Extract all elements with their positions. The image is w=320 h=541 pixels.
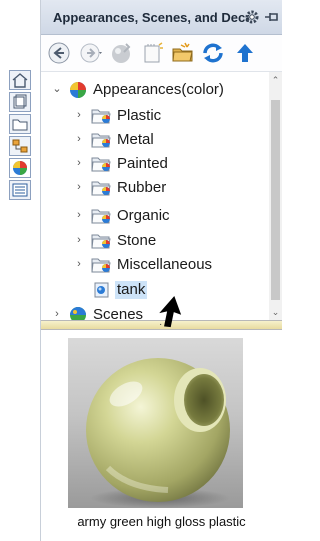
panel-title-bar: Appearances, Scenes, and Decals xyxy=(41,0,282,35)
glossy-sphere-image xyxy=(86,358,230,508)
expand-chevron-icon[interactable]: › xyxy=(73,180,85,194)
expand-chevron-icon[interactable]: › xyxy=(73,233,85,247)
tree-item-rubber[interactable]: › Rubber xyxy=(41,177,269,199)
panel-title: Appearances, Scenes, and Decals xyxy=(53,10,249,25)
forward-icon[interactable] xyxy=(79,41,103,65)
refresh-icon[interactable] xyxy=(201,41,225,65)
scroll-up-icon[interactable]: ⌃ xyxy=(269,74,282,86)
appearance-globe-icon[interactable] xyxy=(9,158,31,178)
appearance-folder-icon xyxy=(91,179,111,197)
collapse-chevron-icon[interactable]: ⌄ xyxy=(51,82,63,96)
pin-icon[interactable] xyxy=(264,8,280,26)
tree-item-metal[interactable]: › Metal xyxy=(41,129,269,151)
appearance-folder-icon xyxy=(91,107,111,125)
appearance-folder-icon xyxy=(91,256,111,274)
back-icon[interactable] xyxy=(47,41,71,65)
expand-chevron-icon[interactable]: › xyxy=(73,156,85,170)
expand-chevron-icon[interactable]: › xyxy=(73,257,85,271)
tree-scrollbar[interactable]: ⌃ ⌄ xyxy=(269,72,282,320)
up-arrow-icon[interactable] xyxy=(233,41,257,65)
appearance-preview xyxy=(68,338,243,508)
appearance-globe-icon xyxy=(69,81,87,99)
mouse-pointer-icon xyxy=(150,293,186,329)
folder-icon[interactable] xyxy=(9,114,31,134)
scroll-down-icon[interactable]: ⌄ xyxy=(269,306,282,318)
tree-item-stone[interactable]: › Stone xyxy=(41,230,269,252)
tree-item-label: Plastic xyxy=(117,107,162,124)
new-folder-icon[interactable] xyxy=(171,41,195,65)
tree-item-label: Organic xyxy=(117,207,170,224)
tree-item-label: Painted xyxy=(117,155,168,172)
preview-caption: army green high gloss plastic xyxy=(77,514,246,529)
scrollbar-thumb[interactable] xyxy=(271,100,280,300)
tree-root-label: Appearances(color) xyxy=(93,81,224,98)
layout-icon[interactable] xyxy=(9,136,31,156)
tree-item-plastic[interactable]: › Plastic xyxy=(41,105,269,127)
list-icon[interactable] xyxy=(9,180,31,200)
appearance-folder-icon xyxy=(91,131,111,149)
tree-item-miscellaneous[interactable]: › Miscellaneous xyxy=(41,254,269,276)
tree-root-appearances[interactable]: ⌄ Appearances(color) xyxy=(41,79,269,101)
tree-item-label: Rubber xyxy=(117,179,167,196)
home-icon[interactable] xyxy=(9,70,31,90)
tree-item-organic[interactable]: › Organic xyxy=(41,205,269,227)
appearance-file-icon xyxy=(93,281,111,299)
expand-chevron-icon[interactable]: › xyxy=(73,108,85,122)
appearance-folder-icon xyxy=(91,207,111,225)
gear-icon[interactable] xyxy=(243,8,261,26)
tree-item-label: Stone xyxy=(117,232,157,249)
scenes-icon xyxy=(69,306,87,320)
tree-item-label: Miscellaneous xyxy=(117,256,213,273)
expand-chevron-icon[interactable]: › xyxy=(73,208,85,222)
tree-item-painted[interactable]: › Painted xyxy=(41,153,269,175)
add-decal-icon[interactable] xyxy=(141,41,165,65)
appearance-sphere-icon[interactable] xyxy=(109,41,133,65)
expand-chevron-icon[interactable]: › xyxy=(51,307,63,320)
parts-icon[interactable] xyxy=(9,92,31,112)
tree-root-label: Scenes xyxy=(93,306,144,320)
task-pane-tabs xyxy=(0,68,38,228)
expand-chevron-icon[interactable]: › xyxy=(73,132,85,146)
tree-item-label: Metal xyxy=(117,131,154,148)
appearances-panel: Appearances, Scenes, and Decals ⌄ Appear… xyxy=(40,0,282,541)
appearance-folder-icon xyxy=(91,155,111,173)
appearance-folder-icon xyxy=(91,232,111,250)
toolbar xyxy=(41,35,282,72)
tree-item-label: tank xyxy=(115,281,148,299)
appearance-tree: ⌄ Appearances(color) › Plastic › Metal ›… xyxy=(41,72,269,320)
